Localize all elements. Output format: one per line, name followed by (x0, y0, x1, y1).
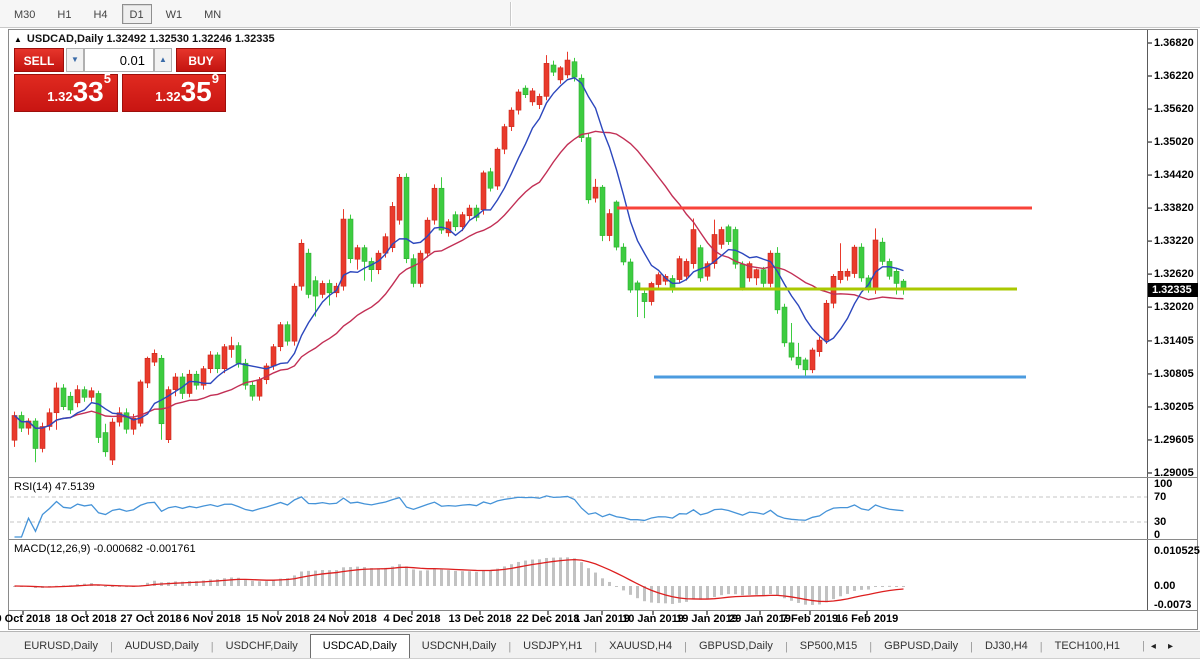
date-tick-label: 4 Dec 2018 (384, 613, 441, 625)
buy-price-big: 35 (181, 76, 212, 107)
price-tick-label: 1.31405 (1154, 335, 1200, 347)
price-tick-label: 1.36820 (1154, 37, 1200, 49)
chart-tab-gbpusd-daily[interactable]: GBPUSD,Daily (687, 636, 785, 658)
collapse-chart-icon[interactable]: ▲ (14, 35, 22, 44)
chart-tab-tech100-h1[interactable]: TECH100,H1 (1043, 636, 1132, 658)
macd-tick-label: -0.0073 (1154, 599, 1200, 611)
rsi-line (15, 496, 904, 537)
chart-title-text: USDCAD,Daily 1.32492 1.32530 1.32246 1.3… (27, 33, 275, 45)
rsi-macd-splitter[interactable] (9, 539, 1197, 540)
macd-timeaxis-splitter (9, 610, 1197, 611)
rsi-tick-label: 0 (1154, 529, 1200, 541)
price-axis-separator (1147, 30, 1148, 610)
chart-tab-usdjpy-h1[interactable]: USDJPY,H1 (511, 636, 594, 658)
buy-price-sup: 9 (212, 71, 219, 86)
chart-tab-eurusd-daily[interactable]: EURUSD,Daily (12, 636, 110, 658)
chart-tab-gbpusd-daily[interactable]: GBPUSD,Daily (872, 636, 970, 658)
buy-price: 1.32359 (123, 71, 219, 108)
date-tick-label: 18 Oct 2018 (55, 613, 116, 625)
tab-scroll-arrows: |◂▸ (1142, 635, 1179, 658)
main-rsi-splitter[interactable] (9, 477, 1197, 478)
axis-ticks (23, 43, 1152, 615)
sell-price: 1.32335 (15, 71, 111, 108)
date-tick-label: 13 Dec 2018 (449, 613, 512, 625)
trade-controls-row: SELL ▼ ▲ BUY (14, 48, 226, 72)
macd-histogram (13, 557, 905, 605)
price-tick-label: 1.35620 (1154, 103, 1200, 115)
date-tick-label: 7 Feb 2019 (782, 613, 838, 625)
price-tick-label: 1.36220 (1154, 70, 1200, 82)
date-tick-label: 9 Oct 2018 (0, 613, 51, 625)
date-tick-label: 16 Feb 2019 (836, 613, 898, 625)
down-arrow-icon: ▼ (71, 55, 79, 64)
buy-price-box[interactable]: 1.32359 (122, 74, 226, 112)
date-tick-label: 15 Nov 2018 (246, 613, 310, 625)
sell-price-big: 33 (73, 76, 104, 107)
sell-price-box[interactable]: 1.32335 (14, 74, 118, 112)
date-tick-label: 24 Nov 2018 (313, 613, 377, 625)
chart-tab-dj30-h4[interactable]: DJ30,H4 (973, 636, 1040, 658)
macd-signal-line (15, 560, 904, 602)
one-click-trading-panel: SELL ▼ ▲ BUY 1.32335 1.32359 (14, 48, 226, 112)
price-tick-label: 1.33220 (1154, 235, 1200, 247)
sell-price-sup: 5 (104, 71, 111, 86)
candles-group (12, 52, 906, 465)
rsi-tick-label: 70 (1154, 491, 1200, 503)
sell-button[interactable]: SELL (14, 48, 64, 72)
rsi-tick-label: 100 (1154, 478, 1200, 490)
current-price-badge: 1.32335 (1148, 283, 1198, 297)
price-tick-label: 1.35020 (1154, 136, 1200, 148)
horizontal-lines[interactable] (617, 208, 1032, 377)
date-tick-label: 22 Dec 2018 (517, 613, 580, 625)
price-tick-label: 1.34420 (1154, 169, 1200, 181)
chart-tab-usdcnh-daily[interactable]: USDCNH,Daily (410, 636, 509, 658)
chart-tab-audusd-daily[interactable]: AUDUSD,Daily (113, 636, 211, 658)
chart-tab-usdcad-daily[interactable]: USDCAD,Daily (310, 634, 410, 658)
lot-decrease-button[interactable]: ▼ (66, 48, 84, 72)
date-tick-label: 6 Nov 2018 (183, 613, 240, 625)
chart-tab-usdchf-daily[interactable]: USDCHF,Daily (214, 636, 310, 658)
rsi-label: RSI(14) 47.5139 (14, 481, 95, 493)
price-tick-label: 1.32020 (1154, 301, 1200, 313)
date-tick-label: 10 Jan 2019 (622, 613, 684, 625)
macd-tick-label: 0.00 (1154, 580, 1200, 592)
macd-tick-label: 0.010525 (1154, 545, 1200, 557)
chart-tab-bar: EURUSD,Daily|AUDUSD,Daily|USDCHF,DailyUS… (0, 631, 1200, 659)
buy-button[interactable]: BUY (176, 48, 226, 72)
price-tick-label: 1.29605 (1154, 434, 1200, 446)
sell-price-main: 1.32 (47, 89, 72, 104)
price-tick-label: 1.33820 (1154, 202, 1200, 214)
chart-title: ▲ USDCAD,Daily 1.32492 1.32530 1.32246 1.… (14, 33, 275, 45)
macd-label: MACD(12,26,9) -0.000682 -0.001761 (14, 543, 196, 555)
price-tick-label: 1.30805 (1154, 368, 1200, 380)
mt4-workspace: M30H1H4D1W1MN ▲USDCAD,Daily 1.32492 1.32… (0, 0, 1200, 660)
buy-price-main: 1.32 (155, 89, 180, 104)
tab-scroll-right-icon[interactable]: ▸ (1162, 641, 1179, 652)
chart-tab-sp500-m15[interactable]: SP500,M15 (788, 636, 869, 658)
lot-size-input[interactable] (84, 48, 154, 72)
price-tick-label: 1.32620 (1154, 268, 1200, 280)
rsi-levels (10, 497, 1147, 522)
chart-tab-xauusd-h4[interactable]: XAUUSD,H4 (597, 636, 684, 658)
lot-increase-button[interactable]: ▲ (154, 48, 172, 72)
price-tick-label: 1.30205 (1154, 401, 1200, 413)
rsi-tick-label: 30 (1154, 516, 1200, 528)
up-arrow-icon: ▲ (159, 55, 167, 64)
tab-scroll-left-icon[interactable]: ◂ (1145, 641, 1162, 652)
date-tick-label: 27 Oct 2018 (120, 613, 181, 625)
